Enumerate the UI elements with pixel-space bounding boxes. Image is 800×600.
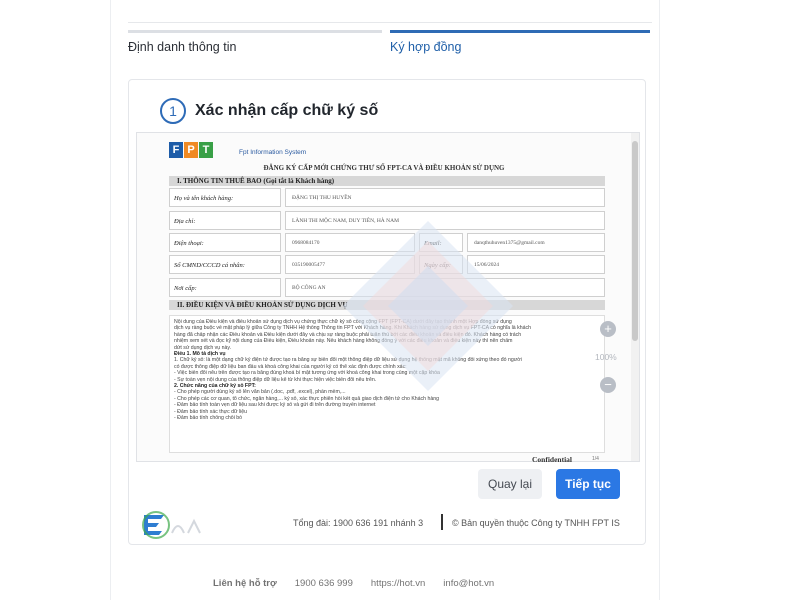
fpt-logo: FPT [169,142,214,158]
footer-hotline: Tổng đài: 1900 636 191 nhánh 3 [293,518,424,528]
terms-line: - Đảm bảo tính chống chối bỏ [174,415,243,422]
phone-label: Điện thoại: [169,233,281,252]
step-header: 1 Xác nhận cấp chữ ký số [160,96,378,126]
company-logo-icon [142,511,201,539]
address-value: LÀNH THI MỘC NAM, DUY TIÊN, HÀ NAM [285,211,605,230]
step-tabs: Định danh thông tin Ký hợp đồng [128,30,650,60]
contact-label: Liên hệ hỗ trợ [213,578,277,589]
document-scrollbar[interactable] [631,133,639,461]
zoom-level: 100% [595,352,617,362]
tab-identity[interactable]: Định danh thông tin [128,30,382,60]
issue-date-label: Ngày cấp: [419,255,463,274]
doc-page-number: 1/4 [592,456,599,462]
contact-bar: Liên hệ hỗ trợ 1900 636 999 https://hot.… [213,578,494,589]
contact-email[interactable]: info@hot.vn [443,578,494,589]
tab-sign-contract-bar [390,30,650,33]
step-title: Xác nhận cấp chữ ký số [195,102,379,119]
contact-site[interactable]: https://hot.vn [371,578,425,589]
email-value: danqthuhuven1375@gmail.com [467,233,605,252]
step-number-badge: 1 [160,98,186,124]
id-value: 035190005477 [285,255,415,274]
section-subscriber: I. THÔNG TIN THUÊ BAO (Gọi tắt là Khách … [169,176,605,186]
document-page: FPT Fpt Information System ĐĂNG KÝ CẤP M… [137,133,631,461]
phone-value: 0968084170 [285,233,415,252]
doc-confidential: Confidential [532,455,573,464]
contact-phone[interactable]: 1900 636 999 [295,578,353,589]
document-scroll-thumb[interactable] [632,141,638,341]
address-label: Địa chỉ: [169,211,281,230]
footer-copyright: © Bản quyền thuộc Công ty TNHH FPT IS [452,518,620,528]
place-label: Nơi cấp: [169,278,281,297]
top-divider [128,22,652,23]
tab-sign-contract[interactable]: Ký hợp đồng [390,30,650,60]
id-label: Số CMND/CCCD cá nhân: [169,255,281,274]
section-terms: II. ĐIỀU KIỆN VÀ ĐIỀU KHOẢN SỬ DỤNG DỊCH… [169,300,605,310]
tab-sign-contract-label: Ký hợp đồng [390,40,462,54]
name-value: ĐẶNG THỊ THU HUYỀN [285,188,605,207]
continue-button[interactable]: Tiếp tục [556,469,620,499]
tab-identity-label: Định danh thông tin [128,40,237,54]
doc-title: ĐĂNG KÝ CẤP MỚI CHỨNG THƯ SỐ FPT-CA VÀ Đ… [263,164,505,172]
zoom-out-icon[interactable]: − [600,377,616,393]
email-label: Email: [419,233,463,252]
document-viewer[interactable]: FPT Fpt Information System ĐĂNG KÝ CẤP M… [136,132,640,462]
terms-text: Nội dung của Điều kiện và điều khoản sử … [169,315,605,453]
footer-divider [441,514,443,530]
place-value: BỘ CÔNG AN [285,278,605,297]
back-button[interactable]: Quay lại [478,469,542,499]
doc-brand: Fpt Information System [239,149,307,156]
tab-identity-bar [128,30,382,33]
name-label: Họ và tên khách hàng: [169,188,281,207]
issue-date-value: 15/06/2024 [467,255,605,274]
zoom-in-icon[interactable]: + [600,321,616,337]
